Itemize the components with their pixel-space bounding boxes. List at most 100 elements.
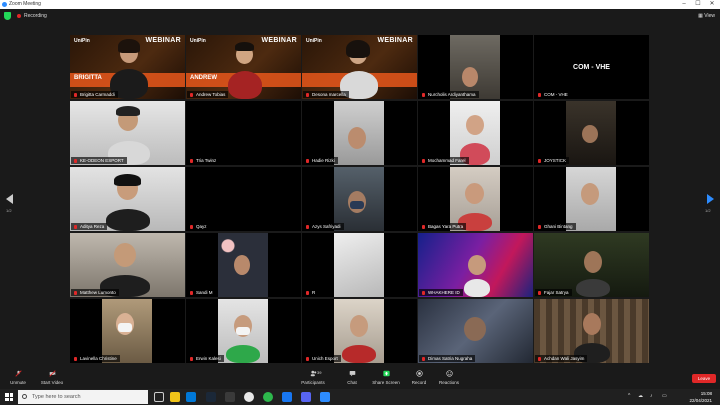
muted-mic-icon — [306, 290, 309, 295]
view-button[interactable]: ▦ View — [698, 9, 715, 23]
participant-name: Matthew Lumonto — [71, 289, 119, 296]
maximize-icon[interactable]: ☐ — [692, 0, 704, 9]
participants-icon — [310, 370, 316, 377]
participant-name: Azys Safriyadi — [303, 223, 344, 230]
muted-mic-icon — [538, 224, 541, 229]
recording-indicator[interactable]: Recording — [24, 9, 47, 23]
view-label: View — [704, 13, 715, 19]
video-off-icon — [48, 370, 56, 377]
participant-tile[interactable]: Aditya Reza — [70, 167, 185, 231]
chrome-icon[interactable] — [244, 392, 254, 402]
participant-tile[interactable]: Nurcholis Ardiyanthama — [418, 35, 533, 99]
chat-button[interactable]: Chat — [334, 370, 370, 385]
leave-button[interactable]: Leave — [692, 374, 716, 383]
windows-start-icon[interactable] — [5, 393, 13, 401]
participant-name: Ghani Bintang — [535, 223, 576, 230]
participant-tile[interactable]: KE-ODEON ESPORT — [70, 101, 185, 165]
participant-tile[interactable]: JOYSTICK — [534, 101, 649, 165]
muted-mic-icon — [538, 158, 541, 163]
file-explorer-icon[interactable] — [170, 392, 180, 402]
participant-tile[interactable]: Ghani Bintang — [534, 167, 649, 231]
muted-mic-icon — [422, 224, 425, 229]
unipin-logo: UniPin — [74, 38, 90, 44]
close-icon[interactable]: ✕ — [706, 0, 718, 9]
muted-mic-icon — [306, 356, 309, 361]
participant-tile[interactable]: Azys Safriyadi — [302, 167, 417, 231]
face-mask — [350, 201, 364, 209]
participant-tile[interactable]: Mochammad Farel — [418, 101, 533, 165]
participant-tile[interactable]: Sandi M — [186, 233, 301, 297]
tray-chevron-icon[interactable]: ^ — [628, 393, 630, 399]
participant-tile[interactable]: UniPin WEBINAR ANDREW Andrew Tobias — [186, 35, 301, 99]
volume-icon[interactable]: ♪ — [650, 393, 653, 399]
meeting-top-bar: Recording ▦ View — [0, 9, 720, 23]
muted-mic-icon — [306, 224, 309, 229]
discord-icon[interactable] — [301, 392, 311, 402]
battery-icon[interactable]: ▭ — [662, 393, 667, 399]
gallery-view: 1/2 1/2 UniPin WEBINAR BRIGITTA Brigitta… — [0, 23, 720, 368]
task-view-icon[interactable] — [154, 392, 164, 402]
webinar-title: WEBINAR — [145, 37, 181, 44]
participant-tile[interactable]: UniPin WEBINAR Desona marcella — [302, 35, 417, 99]
participant-tile[interactable]: UniPin WEBINAR BRIGITTA Brigitta Carmadd… — [70, 35, 185, 99]
muted-mic-icon — [74, 158, 77, 163]
participant-tile[interactable]: WHAKHERE ID — [418, 233, 533, 297]
network-icon[interactable]: ☁ — [638, 393, 643, 399]
participants-count: 39 — [317, 370, 322, 375]
taskbar-clock[interactable]: 15:08 22/04/2021 — [689, 390, 712, 404]
muted-mic-icon — [306, 158, 309, 163]
share-screen-button[interactable]: Share Screen — [368, 370, 404, 385]
whatsapp-icon[interactable] — [263, 392, 273, 402]
participant-tile[interactable]: Achdan Wali Jasyim — [534, 299, 649, 363]
windows-taskbar: Type here to search ^ ☁ ♪ ▭ 15:08 22/04/… — [0, 389, 720, 405]
participant-tile[interactable]: Erwin Kalesi — [186, 299, 301, 363]
participant-name: Fajar Satrya — [535, 289, 572, 296]
participant-name: Erwin Kalesi — [187, 355, 224, 362]
next-page-icon[interactable] — [707, 194, 714, 204]
unipin-logo: UniPin — [306, 38, 322, 44]
muted-mic-icon — [422, 158, 425, 163]
participant-tile[interactable]: Bagas Yara Putra — [418, 167, 533, 231]
participant-tile[interactable]: Matthew Lumonto — [70, 233, 185, 297]
muted-mic-icon — [538, 92, 541, 97]
participant-name: Unich Esport — [303, 355, 341, 362]
muted-mic-icon — [190, 224, 193, 229]
muted-mic-icon — [538, 356, 541, 361]
app-icon[interactable] — [225, 392, 235, 402]
participant-name: R — [303, 289, 319, 296]
reactions-button[interactable]: Reactions — [431, 370, 467, 385]
zoom-window: Zoom Meeting – ☐ ✕ Recording ▦ View 1/2 … — [0, 0, 720, 405]
store-icon[interactable] — [186, 392, 196, 402]
face-mask — [118, 323, 132, 332]
smiley-icon — [445, 370, 453, 377]
participants-button[interactable]: Participants 39 — [295, 370, 331, 385]
steam-icon[interactable] — [206, 392, 216, 402]
participant-name: KE-ODEON ESPORT — [71, 157, 127, 164]
muted-mic-icon — [422, 290, 425, 295]
prev-page-icon[interactable] — [6, 194, 13, 204]
app-icon[interactable] — [282, 392, 292, 402]
participant-name: Andrew Tobias — [187, 91, 229, 98]
participant-name: Bagas Yara Putra — [419, 223, 467, 230]
zoom-taskbar-icon[interactable] — [320, 392, 330, 402]
page-indicator-right: 1/2 — [705, 208, 711, 213]
participant-tile[interactable]: R — [302, 233, 417, 297]
participant-tile[interactable]: Dimas Satria Nugraha — [418, 299, 533, 363]
start-video-button[interactable]: Start Video — [34, 370, 70, 385]
muted-mic-icon — [190, 92, 193, 97]
participant-tile[interactable]: COM - VHE COM - VHE — [534, 35, 649, 99]
participant-name: Brigitta Carmaddi — [71, 91, 118, 98]
participant-tile[interactable]: Fajar Satrya — [534, 233, 649, 297]
participant-tile[interactable]: Qayz — [186, 167, 301, 231]
participant-tile[interactable]: Hadie Rizki — [302, 101, 417, 165]
participant-tile[interactable]: Tria Twinz — [186, 101, 301, 165]
participant-name: Mochammad Farel — [419, 157, 469, 164]
unmute-button[interactable]: Unmute — [0, 370, 36, 385]
participant-tile[interactable]: Lavinella Christine — [70, 299, 185, 363]
participant-name: COM - VHE — [535, 91, 571, 98]
participant-tile[interactable]: Unich Esport — [302, 299, 417, 363]
minimize-icon[interactable]: – — [678, 0, 690, 9]
security-shield-icon[interactable] — [4, 12, 11, 20]
taskbar-search-box[interactable]: Type here to search — [18, 390, 148, 404]
muted-mic-icon — [74, 92, 77, 97]
